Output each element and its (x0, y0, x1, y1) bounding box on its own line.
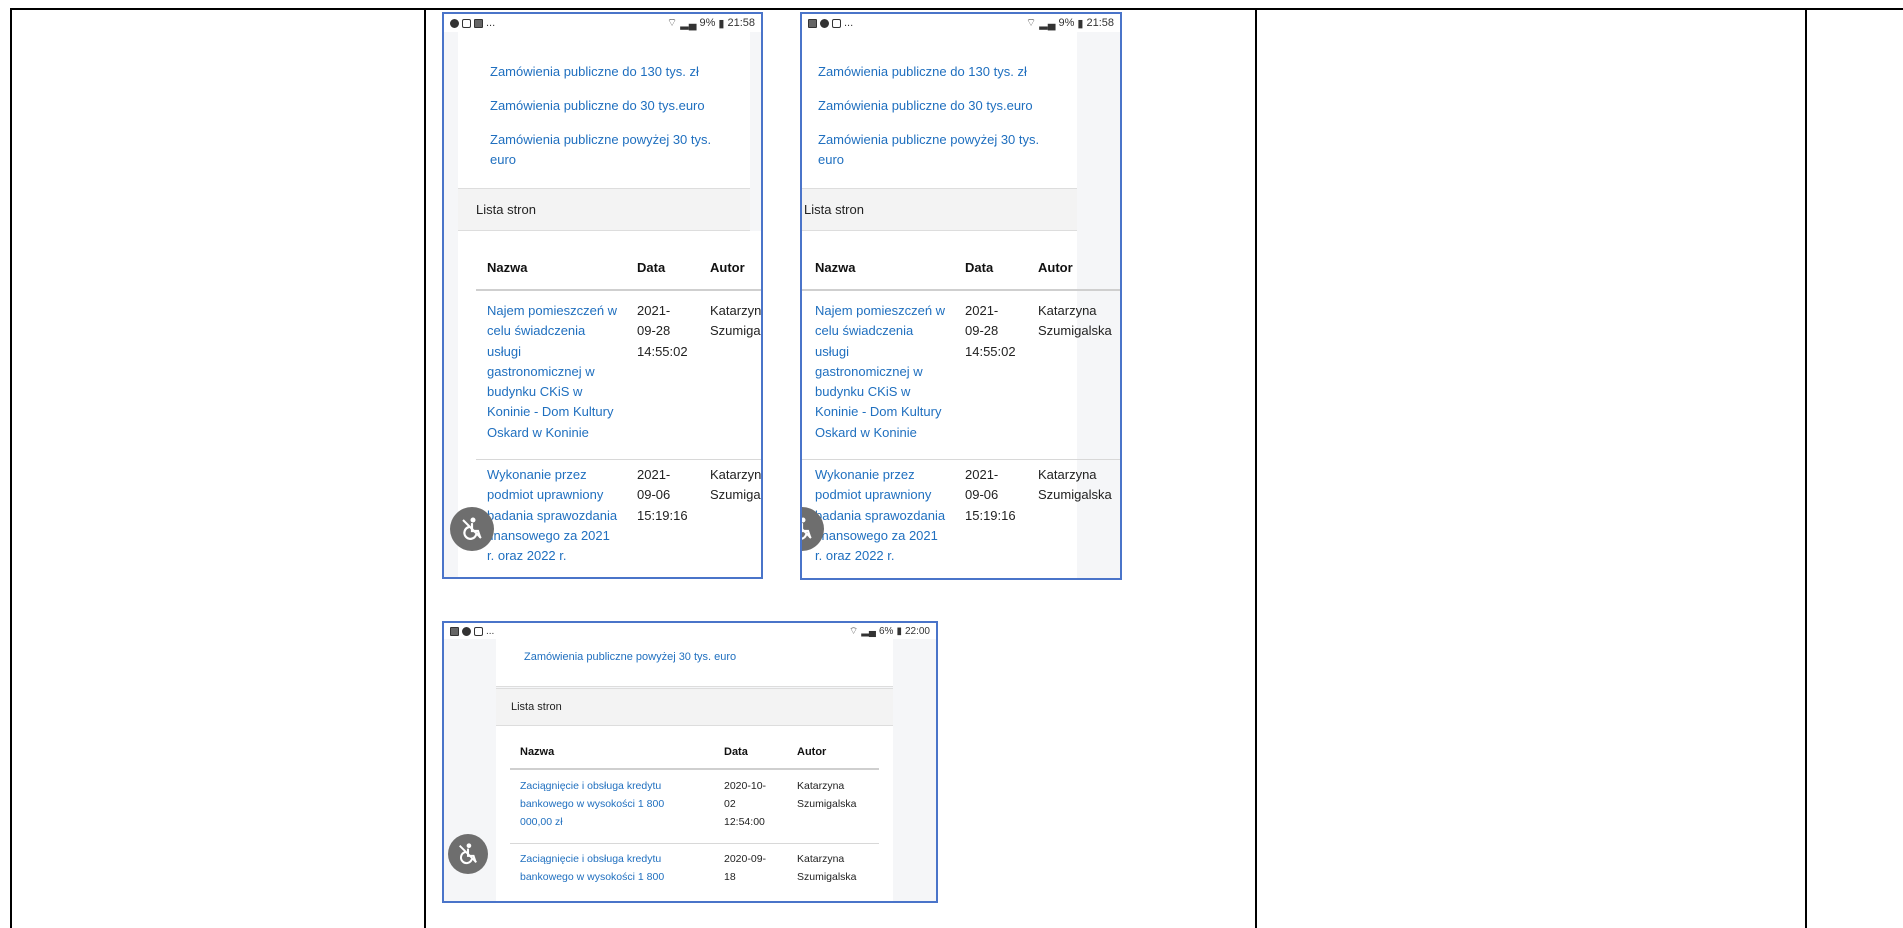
table-row-2-name[interactable]: Wykonanie przez podmiot uprawniony badania… (815, 465, 960, 566)
wifi-icon: ⌔ (848, 625, 859, 637)
wifi-icon: ⌔ (666, 17, 678, 29)
table-row-1-author: KatarzynaSzumigalska (797, 780, 857, 810)
battery-icon: ▮ (896, 625, 902, 637)
table-row-2-author: KatarzynaSzumigalska (710, 467, 763, 503)
section-header-label: Lista stron (804, 202, 864, 217)
link-zamowienia-powyzej-30[interactable]: Zamówienia publiczne powyżej 30 tys. eur… (490, 130, 720, 170)
instagram-icon (832, 18, 841, 28)
section-header: Lista stron (802, 188, 1077, 231)
column-header-nazwa[interactable]: Nazwa (487, 260, 527, 275)
table-row-divider (476, 459, 761, 460)
link-zamowienia-powyzej-30[interactable]: Zamówienia publiczne powyżej 30 tys. eur… (524, 649, 736, 665)
column-header-autor[interactable]: Autor (710, 260, 745, 275)
column-header-data[interactable]: Data (724, 746, 748, 758)
table-header-divider (802, 289, 1120, 291)
table-row-1-date: 2021- 09-28 14:55:02 (637, 303, 688, 359)
table-header-divider (476, 289, 761, 291)
phone-screenshot-1: ... ⌔ ▂▄ 9% ▮ 21:58 Zamówienia publiczne… (442, 12, 763, 579)
messenger-icon (820, 18, 829, 28)
table-row-1-name[interactable]: Najem pomieszczeń w celu świadczenia usług… (815, 301, 960, 443)
table-row-2-date: 2021- 09-06 15:19:16 (637, 467, 688, 523)
table-row-1-name[interactable]: Najem pomieszczeń w celu świadczenia usług… (487, 301, 632, 443)
links-card: Zamówienia publiczne do 130 tys. zł Zamó… (458, 32, 750, 200)
links-card: Zamówienia publiczne do 130 tys. zł Zamó… (802, 32, 1077, 200)
column-header-autor[interactable]: Autor (1038, 260, 1073, 275)
table-row-2-name[interactable]: Wykonanie przez podmiot uprawniony badania… (487, 465, 632, 566)
table-row-1-date: 2021- 09-28 14:55:02 (965, 303, 1016, 359)
section-header-label: Lista stron (511, 701, 562, 713)
section-header: Lista stron (458, 188, 750, 231)
table-column-divider (424, 8, 426, 928)
gallery-icon (474, 18, 483, 28)
battery-text: 9% (699, 17, 716, 29)
battery-text: 9% (1058, 17, 1075, 29)
column-header-autor[interactable]: Autor (797, 746, 826, 758)
table-row-divider (510, 843, 879, 844)
status-time: 21:58 (727, 17, 755, 29)
signal-icon: ▂▄ (861, 625, 876, 637)
pages-table: Nazwa Data Autor Zaciągnięcie i obsługa … (496, 726, 893, 901)
instagram-icon (474, 626, 483, 636)
table-row-2-author: KatarzynaSzumigalska (797, 853, 857, 883)
table-row-2-name[interactable]: Zaciągnięcie i obsługa kredytu bankowego … (520, 850, 720, 886)
column-header-nazwa[interactable]: Nazwa (815, 260, 855, 275)
status-more: ... (486, 625, 495, 637)
battery-text: 6% (879, 625, 894, 637)
phone-screenshot-3: ... ⌔ ▂▄ 6% ▮ 22:00 Zamówienia publiczne… (442, 621, 938, 903)
column-header-data[interactable]: Data (965, 260, 993, 275)
gallery-icon (450, 626, 459, 636)
table-row-1-name[interactable]: Zaciągnięcie i obsługa kredytu bankowego … (520, 777, 720, 831)
table-row-1-author: KatarzynaSzumigalska (710, 303, 763, 339)
link-zamowienia-130[interactable]: Zamówienia publiczne do 130 tys. zł (818, 62, 1027, 82)
links-card: Zamówienia publiczne powyżej 30 tys. eur… (496, 639, 893, 687)
pages-table: Nazwa Data Autor Najem pomieszczeń w celu… (802, 231, 1120, 578)
table-column-divider (1255, 8, 1257, 928)
link-zamowienia-powyzej-30[interactable]: Zamówienia publiczne powyżej 30 tys. eur… (818, 130, 1048, 170)
table-column-divider (1805, 8, 1807, 928)
column-header-data[interactable]: Data (637, 260, 665, 275)
link-zamowienia-30[interactable]: Zamówienia publiczne do 30 tys.euro (490, 96, 705, 116)
link-zamowienia-130[interactable]: Zamówienia publiczne do 130 tys. zł (490, 62, 699, 82)
status-bar: ... ⌔ ▂▄ 6% ▮ 22:00 (444, 623, 936, 639)
battery-icon: ▮ (718, 17, 725, 30)
table-row-2-date: 2021- 09-06 15:19:16 (965, 467, 1016, 523)
section-header: Lista stron (496, 688, 893, 726)
accessibility-button[interactable] (448, 834, 488, 874)
status-time: 21:58 (1086, 17, 1114, 29)
table-row-2-author: KatarzynaSzumigalska (1038, 467, 1112, 503)
link-zamowienia-30[interactable]: Zamówienia publiczne do 30 tys.euro (818, 96, 1033, 116)
battery-icon: ▮ (1077, 17, 1084, 30)
pages-table: Nazwa Data Autor Najem pomieszczeń w celu… (458, 231, 763, 577)
accessibility-button[interactable] (450, 507, 494, 551)
messenger-icon (462, 626, 471, 636)
signal-icon: ▂▄ (680, 17, 697, 30)
table-row-1-author: KatarzynaSzumigalska (1038, 303, 1112, 339)
accessibility-icon (459, 843, 477, 865)
status-time: 22:00 (904, 625, 930, 637)
wifi-icon: ⌔ (1025, 17, 1037, 29)
gallery-icon (808, 18, 817, 28)
signal-icon: ▂▄ (1039, 17, 1056, 30)
accessibility-icon (802, 517, 812, 540)
table-header-divider (510, 768, 879, 770)
status-bar: ... ⌔ ▂▄ 9% ▮ 21:58 (802, 14, 1120, 32)
table-row-1-date: 2020-10- 02 12:54:00 (724, 780, 767, 828)
status-bar: ... ⌔ ▂▄ 9% ▮ 21:58 (444, 14, 761, 32)
column-header-nazwa[interactable]: Nazwa (520, 746, 554, 758)
status-more: ... (844, 17, 854, 29)
phone-screenshot-2: ... ⌔ ▂▄ 9% ▮ 21:58 Zamówienia publiczne… (800, 12, 1122, 580)
section-header-label: Lista stron (476, 202, 536, 217)
accessibility-icon (462, 517, 482, 540)
instagram-icon (462, 18, 471, 28)
messenger-icon (450, 18, 459, 28)
table-row-divider (802, 459, 1120, 460)
table-row-2-date: 2020-09- 18 (724, 853, 767, 883)
status-more: ... (486, 17, 496, 29)
